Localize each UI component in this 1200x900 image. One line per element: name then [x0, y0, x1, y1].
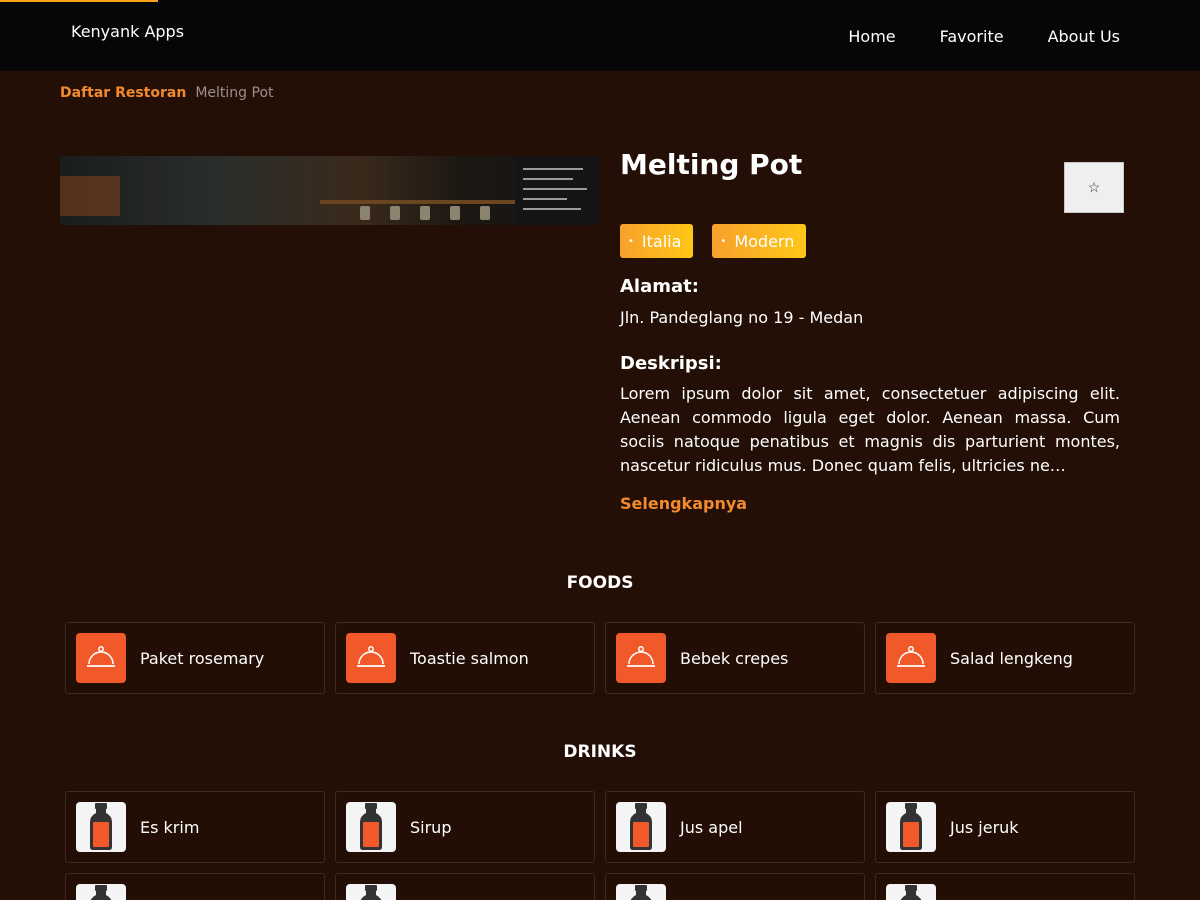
food-item: Toastie salmon	[335, 622, 595, 694]
category-tag-label: Italia	[641, 231, 682, 251]
nav-link-about-us[interactable]: About Us	[1048, 27, 1120, 46]
serving-dish-icon	[76, 633, 126, 683]
drink-item: Sirup	[335, 791, 595, 863]
bullet-icon: •	[720, 235, 727, 247]
juice-bottle-icon	[76, 884, 126, 900]
serving-dish-icon	[616, 633, 666, 683]
juice-bottle-icon	[346, 802, 396, 852]
food-name: Paket rosemary	[140, 648, 265, 668]
restaurant-image	[60, 156, 600, 225]
restaurant-name: Melting Pot	[620, 148, 803, 181]
drink-item: Es krim	[65, 791, 325, 863]
address-text: Jln. Pandeglang no 19 - Medan	[620, 308, 864, 327]
drinks-heading: DRINKS	[563, 742, 637, 762]
serving-dish-icon	[346, 633, 396, 683]
nav-link-home[interactable]: Home	[848, 27, 895, 46]
breadcrumb-parent-link[interactable]: Daftar Restoran	[60, 85, 186, 101]
drink-name: Sirup	[410, 817, 452, 837]
food-name: Toastie salmon	[410, 648, 529, 668]
star-outline-icon: ☆	[1087, 179, 1101, 195]
drink-item	[875, 873, 1135, 900]
description-label: Deskripsi:	[620, 353, 722, 374]
juice-bottle-icon	[886, 802, 936, 852]
breadcrumb: Daftar Restoran Melting Pot	[60, 85, 274, 101]
food-name: Bebek crepes	[680, 648, 789, 668]
restaurant-detail: Melting Pot ☆ • Italia • Modern Alamat: …	[620, 148, 1124, 513]
serving-dish-icon	[886, 633, 936, 683]
food-item: Paket rosemary	[65, 622, 325, 694]
nav-link-favorite[interactable]: Favorite	[940, 27, 1004, 46]
category-tag: • Italia	[620, 224, 694, 258]
page-loading-bar	[0, 0, 158, 2]
drink-name: Es krim	[140, 817, 200, 837]
food-item: Bebek crepes	[605, 622, 865, 694]
drink-item: Jus jeruk	[875, 791, 1135, 863]
category-tag: • Modern	[712, 224, 807, 258]
bullet-icon: •	[628, 235, 634, 247]
juice-bottle-icon	[346, 884, 396, 900]
read-more-link[interactable]: Selengkapnya	[620, 494, 747, 513]
drink-item	[335, 873, 595, 900]
breadcrumb-current: Melting Pot	[195, 85, 274, 101]
foods-heading: FOODS	[566, 573, 634, 593]
navbar: Kenyank Apps Home Favorite About Us	[0, 0, 1200, 71]
drink-item	[605, 873, 865, 900]
category-tags: • Italia • Modern	[620, 224, 807, 258]
drink-name: Jus jeruk	[950, 817, 1019, 837]
drink-item: Jus apel	[605, 791, 865, 863]
drink-item	[65, 873, 325, 900]
favorite-button[interactable]: ☆	[1064, 162, 1124, 213]
food-name: Salad lengkeng	[950, 648, 1073, 668]
category-tag-label: Modern	[734, 231, 795, 251]
description-text: Lorem ipsum dolor sit amet, consectetuer…	[620, 384, 1120, 475]
brand-logo[interactable]: Kenyank Apps	[71, 22, 184, 41]
address-label: Alamat:	[620, 276, 699, 297]
food-item: Salad lengkeng	[875, 622, 1135, 694]
nav-links: Home Favorite About Us	[848, 27, 1120, 46]
foods-list: Paket rosemary Toastie salmon Bebek crep…	[65, 622, 1135, 694]
juice-bottle-icon	[616, 884, 666, 900]
juice-bottle-icon	[616, 802, 666, 852]
juice-bottle-icon	[886, 884, 936, 900]
drink-name: Jus apel	[680, 817, 743, 837]
drinks-list: Es krim Sirup Jus apel Jus jeruk	[65, 791, 1135, 900]
juice-bottle-icon	[76, 802, 126, 852]
